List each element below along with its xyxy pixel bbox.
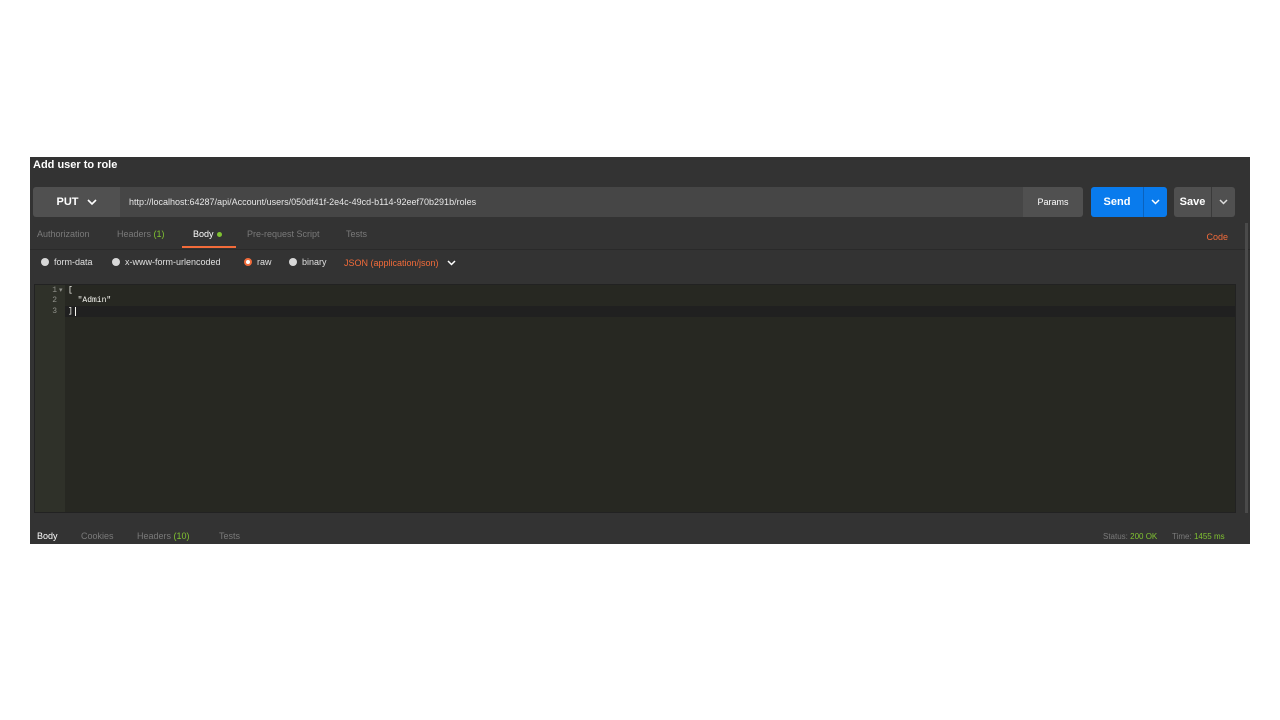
save-button[interactable]: Save [1174, 187, 1211, 217]
postman-window: Add user to role PUT http://localhost:64… [30, 157, 1250, 544]
response-bar: Body Cookies Headers (10) Tests Status: … [30, 527, 1250, 544]
radio-icon [112, 258, 120, 266]
scrollbar[interactable] [1245, 223, 1248, 513]
response-status: Status: 200 OK [1103, 532, 1158, 541]
line-number: 1 [52, 286, 57, 295]
text-cursor [75, 307, 76, 316]
send-options-button[interactable] [1143, 187, 1167, 217]
request-title: Add user to role [33, 159, 118, 171]
active-line-highlight [65, 306, 1235, 317]
response-headers-count: (10) [173, 531, 190, 541]
method-label: PUT [56, 196, 79, 208]
chevron-down-icon [1151, 199, 1160, 205]
time-value: 1455 ms [1193, 532, 1225, 541]
content-type-select[interactable]: JSON (application/json) [344, 258, 456, 268]
active-tab-underline [182, 246, 236, 248]
line-number: 3 [52, 307, 57, 316]
save-options-button[interactable] [1211, 187, 1235, 217]
chevron-down-icon [86, 198, 97, 206]
tab-authorization[interactable]: Authorization [37, 229, 90, 239]
radio-binary[interactable]: binary [289, 257, 327, 267]
tab-tests[interactable]: Tests [346, 229, 367, 239]
radio-raw[interactable]: raw [244, 257, 272, 267]
request-tabs: Authorization Headers (1) Body Pre-reque… [30, 223, 1250, 250]
fold-arrow-icon[interactable]: ▾ [59, 286, 63, 294]
status-value: 200 OK [1130, 532, 1158, 541]
response-time: Time: 1455 ms [1172, 532, 1225, 541]
line-number-gutter [35, 285, 65, 512]
code-line: ] [68, 307, 73, 316]
request-bar: PUT http://localhost:64287/api/Account/u… [33, 187, 1237, 217]
chevron-down-icon [1219, 199, 1228, 205]
code-editor[interactable]: 1 ▾ 2 3 [ "Admin" ] [34, 284, 1236, 513]
url-input[interactable]: http://localhost:64287/api/Account/users… [120, 187, 1023, 217]
headers-count: (1) [153, 229, 165, 239]
response-tab-cookies[interactable]: Cookies [81, 531, 114, 541]
radio-form-data[interactable]: form-data [41, 257, 93, 267]
response-tab-body[interactable]: Body [37, 531, 58, 541]
response-tab-headers[interactable]: Headers (10) [137, 531, 190, 541]
radio-icon [41, 258, 49, 266]
radio-icon [289, 258, 297, 266]
response-tab-tests[interactable]: Tests [219, 531, 240, 541]
method-select[interactable]: PUT [33, 187, 120, 217]
radio-x-www-form-urlencoded[interactable]: x-www-form-urlencoded [112, 257, 221, 267]
tab-pre-request-script[interactable]: Pre-request Script [247, 229, 320, 239]
code-link[interactable]: Code [1206, 232, 1228, 242]
body-indicator-dot [216, 232, 222, 238]
chevron-down-icon [447, 260, 456, 266]
radio-selected-icon [244, 258, 252, 266]
send-button[interactable]: Send [1091, 187, 1143, 217]
body-type-options: form-data x-www-form-urlencoded raw bina… [30, 253, 1250, 275]
params-button[interactable]: Params [1023, 187, 1083, 217]
code-line: "Admin" [68, 296, 112, 305]
line-number: 2 [52, 296, 57, 305]
code-line: [ [68, 286, 73, 295]
tab-headers[interactable]: Headers (1) [117, 229, 165, 239]
tab-body[interactable]: Body [193, 229, 222, 239]
